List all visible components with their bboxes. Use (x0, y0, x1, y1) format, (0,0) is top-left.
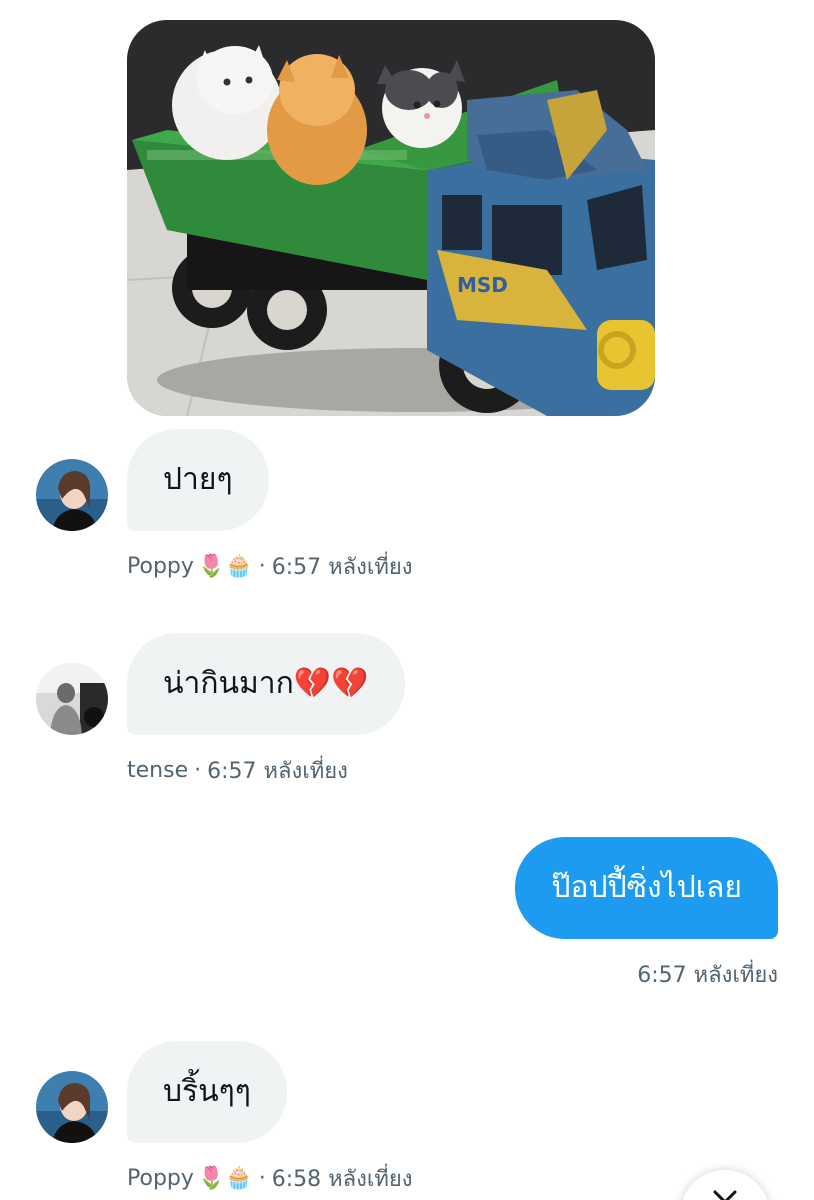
message-meta: 6:57 หลังเที่ยง (637, 957, 778, 992)
message-timestamp: 6:57 หลังเที่ยง (271, 555, 413, 580)
conversation-screen: MSD ปายๆ Poppy 🌷🧁 · 6:57 หลังเที่ยง น่าก… (0, 0, 814, 1200)
chevron-down-icon (713, 1190, 737, 1200)
poppy-avatar[interactable] (36, 1071, 108, 1143)
message-timestamp: 6:57 หลังเที่ยง (637, 963, 778, 988)
meta-separator: · (258, 554, 266, 579)
message-bubble-received[interactable]: ปายๆ (127, 429, 269, 531)
sender-name[interactable]: tense (127, 758, 188, 783)
message-text: บริ้นๆๆ (163, 1074, 251, 1109)
sender-emoji: 🌷🧁 (197, 554, 253, 579)
message-text: ป๊อปปี้ซิ่งไปเลย (551, 870, 742, 905)
tense-avatar-image (36, 663, 108, 735)
meta-separator: · (258, 1166, 266, 1191)
message-text: น่ากินมาก💔💔 (163, 666, 369, 701)
message-meta: Poppy 🌷🧁 · 6:57 หลังเที่ยง (127, 549, 412, 584)
kitten-truck-photo-message[interactable]: MSD (127, 20, 655, 416)
sender-emoji: 🌷🧁 (197, 1166, 253, 1191)
meta-separator: · (194, 758, 202, 783)
svg-text:MSD: MSD (457, 273, 508, 297)
message-text: ปายๆ (163, 462, 233, 497)
message-timestamp: 6:58 หลังเที่ยง (271, 1167, 413, 1192)
sender-name[interactable]: Poppy (127, 554, 194, 579)
message-bubble-sent[interactable]: ป๊อปปี้ซิ่งไปเลย (515, 837, 778, 939)
message-meta: Poppy 🌷🧁 · 6:58 หลังเที่ยง (127, 1161, 412, 1196)
message-bubble-received[interactable]: บริ้นๆๆ (127, 1041, 287, 1143)
message-timestamp: 6:57 หลังเที่ยง (207, 759, 348, 784)
poppy-avatar-image (36, 459, 108, 531)
kitten-truck-photo: MSD (127, 20, 655, 416)
sender-name[interactable]: Poppy (127, 1166, 194, 1191)
message-bubble-received[interactable]: น่ากินมาก💔💔 (127, 633, 405, 735)
scroll-to-bottom-button[interactable] (680, 1170, 770, 1200)
poppy-avatar-image (36, 1071, 108, 1143)
poppy-avatar[interactable] (36, 459, 108, 531)
message-meta: tense · 6:57 หลังเที่ยง (127, 753, 348, 788)
tense-avatar[interactable] (36, 663, 108, 735)
